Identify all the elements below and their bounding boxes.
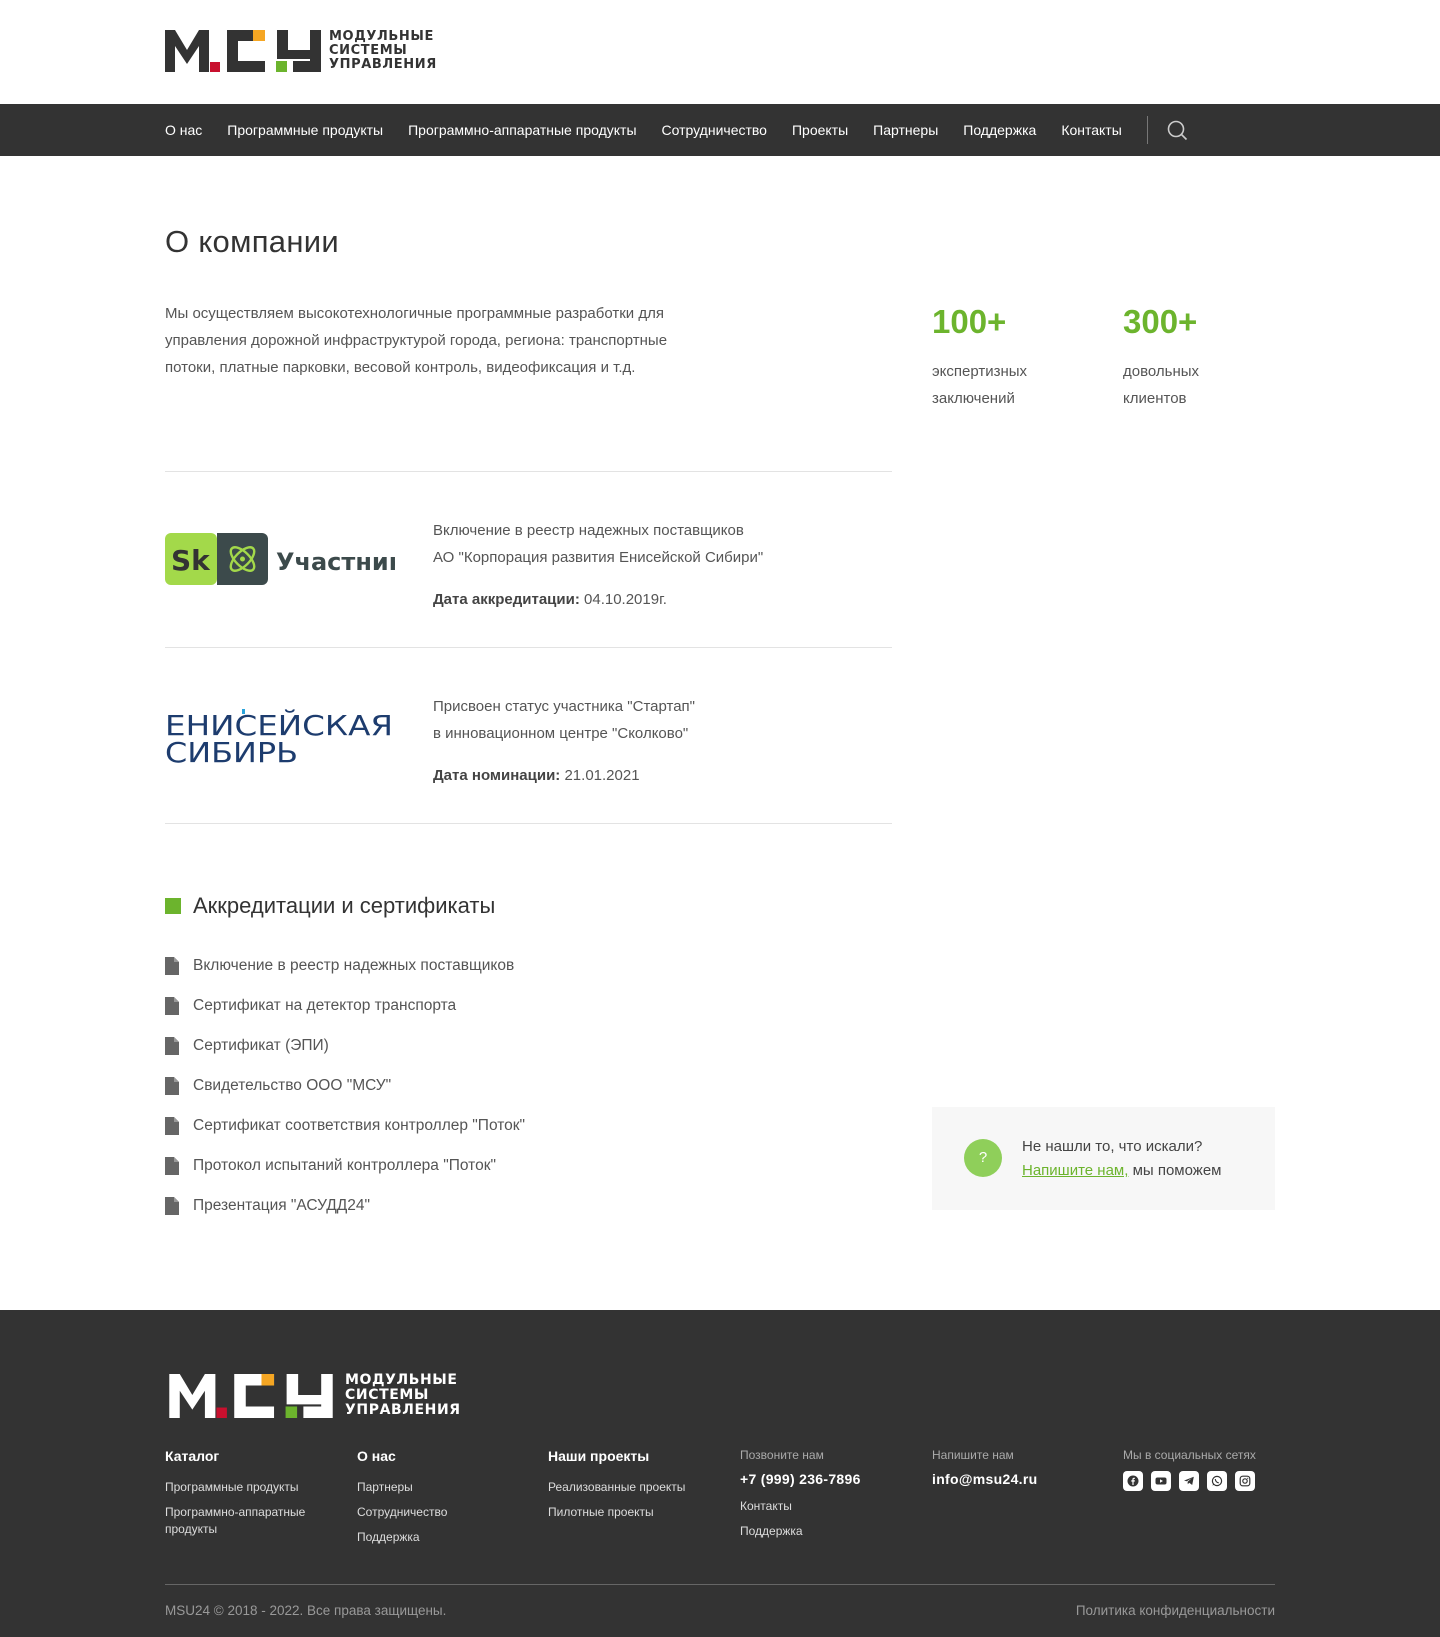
skolkovo-participant-logo: Sk Участник [165, 533, 395, 585]
footer-link[interactable]: Реализованные проекты [548, 1479, 685, 1496]
stat-value: 100+ [932, 303, 1007, 340]
document-icon [165, 1157, 179, 1175]
certificate-link[interactable]: Свидетельство ООО "МСУ" [165, 1066, 525, 1106]
stat-value: 300+ [1123, 303, 1198, 340]
certificate-link[interactable]: Презентация "АСУДД24" [165, 1186, 525, 1226]
stat-clients: 300+ довольных клиентов [1123, 302, 1199, 412]
privacy-policy-link[interactable]: Политика конфиденциальности [1076, 1603, 1275, 1618]
document-icon [165, 997, 179, 1015]
nav-item-support[interactable]: Поддержка [963, 122, 1036, 138]
footer-link[interactable]: Поддержка [357, 1529, 447, 1546]
document-icon [165, 1197, 179, 1215]
msu-logo-mark-icon [169, 1373, 333, 1418]
accreditation-line: в инновационном центре "Сколково" [433, 725, 689, 742]
footer-logo[interactable]: МОДУЛЬНЫЕ СИСТЕМЫ УПРАВЛЕНИЯ [165, 1373, 461, 1418]
accreditation-date: Дата аккредитации: 04.10.2019г. [433, 591, 667, 608]
telegram-icon[interactable] [1179, 1471, 1199, 1491]
social-icons [1123, 1471, 1263, 1491]
footer-phone[interactable]: +7 (999) 236-7896 [740, 1471, 861, 1487]
certificates-list: Включение в реестр надежных поставщиков … [165, 946, 525, 1226]
footer-link[interactable]: Программно-аппаратные продукты [165, 1504, 330, 1538]
footer-link[interactable]: Контакты [740, 1498, 861, 1515]
footer-call: Позвоните нам +7 (999) 236-7896 Контакты… [740, 1448, 861, 1540]
green-square-icon [165, 898, 181, 914]
svg-text:СИБИРЬ: СИБИРЬ [165, 736, 298, 765]
instagram-icon[interactable] [1235, 1471, 1255, 1491]
accreditation-line: Присвоен статус участника "Стартап" [433, 698, 695, 715]
section-divider [165, 647, 892, 648]
nav-item-cooperation[interactable]: Сотрудничество [662, 122, 767, 138]
main-nav: О нас Программные продукты Программно-ап… [0, 104, 1440, 156]
stat-label: экспертизных заключений [932, 363, 1028, 407]
footer-link[interactable]: Поддержка [740, 1523, 861, 1540]
footer-link[interactable]: Программные продукты [165, 1479, 330, 1496]
help-box: ? Не нашли то, что искали? Напишите нам,… [932, 1107, 1275, 1210]
facebook-icon[interactable] [1123, 1471, 1143, 1491]
yenisei-siberia-logo: ЕНИСЕЙСКАЯ СИБИРЬ [165, 709, 393, 765]
msu-logo-mark-icon [165, 30, 321, 72]
footer-link[interactable]: Пилотные проекты [548, 1504, 685, 1521]
footer-divider [165, 1584, 1275, 1585]
youtube-icon[interactable] [1151, 1471, 1171, 1491]
footer-catalog: Каталог Программные продукты Программно-… [165, 1448, 330, 1546]
company-intro: Мы осуществляем высокотехнологичные прог… [165, 305, 668, 376]
write-us-link[interactable]: Напишите нам, [1022, 1162, 1128, 1179]
footer-email[interactable]: info@msu24.ru [932, 1471, 1037, 1487]
site-logo[interactable]: МОДУЛЬНЫЕ СИСТЕМЫ УПРАВЛЕНИЯ [165, 30, 437, 72]
footer-social: Мы в социальных сетях [1123, 1448, 1263, 1491]
document-icon [165, 1117, 179, 1135]
stat-label: довольных клиентов [1123, 363, 1200, 407]
accreditation-line: АО "Корпорация развития Енисейской Сибир… [433, 549, 764, 566]
nav-item-software[interactable]: Программные продукты [227, 122, 383, 138]
document-icon [165, 957, 179, 975]
document-icon [165, 1077, 179, 1095]
logo-text: МОДУЛЬНЫЕ СИСТЕМЫ УПРАВЛЕНИЯ [345, 1372, 461, 1418]
search-icon[interactable] [1166, 119, 1188, 141]
nav-item-contacts[interactable]: Контакты [1061, 122, 1121, 138]
logo-text: МОДУЛЬНЫЕ СИСТЕМЫ УПРАВЛЕНИЯ [329, 29, 437, 72]
section-divider [165, 471, 892, 472]
certificates-heading: Аккредитации и сертификаты [165, 893, 495, 919]
certificate-link[interactable]: Сертификат на детектор транспорта [165, 986, 525, 1026]
footer-link[interactable]: Партнеры [357, 1479, 447, 1496]
copyright: MSU24 © 2018 - 2022. Все права защищены. [165, 1603, 447, 1618]
nav-item-partners[interactable]: Партнеры [873, 122, 938, 138]
accreditation-text: Присвоен статус участника "Стартап" в ин… [433, 693, 893, 789]
whatsapp-icon[interactable] [1207, 1471, 1227, 1491]
question-icon: ? [964, 1139, 1002, 1177]
certificate-link[interactable]: Включение в реестр надежных поставщиков [165, 946, 525, 986]
accreditation-line: Включение в реестр надежных поставщиков [433, 522, 744, 539]
nav-divider [1146, 116, 1148, 144]
footer-about: О нас Партнеры Сотрудничество Поддержка [357, 1448, 448, 1546]
help-text: Не нашли то, что искали? Напишите нам, м… [1022, 1138, 1222, 1179]
certificate-link[interactable]: Сертификат (ЭПИ) [165, 1026, 525, 1066]
nav-item-about[interactable]: О нас [165, 122, 202, 138]
document-icon [165, 1037, 179, 1055]
nav-item-hardware[interactable]: Программно-аппаратные продукты [408, 122, 636, 138]
svg-text:Sk: Sk [171, 544, 211, 577]
site-header: МОДУЛЬНЫЕ СИСТЕМЫ УПРАВЛЕНИЯ [0, 0, 1440, 104]
certificate-link[interactable]: Сертификат соответствия контроллер "Пото… [165, 1106, 525, 1146]
section-divider [165, 823, 892, 824]
footer-projects: Наши проекты Реализованные проекты Пилот… [548, 1448, 686, 1521]
nav-item-projects[interactable]: Проекты [792, 122, 848, 138]
site-footer: МОДУЛЬНЫЕ СИСТЕМЫ УПРАВЛЕНИЯ Каталог Про… [0, 1310, 1440, 1637]
stat-expertise: 100+ экспертизных заключений [932, 302, 1027, 412]
footer-link[interactable]: Сотрудничество [357, 1504, 447, 1521]
accreditation-text: Включение в реестр надежных поставщиков … [433, 517, 893, 613]
page-title: О компании [165, 224, 339, 259]
footer-write: Напишите нам info@msu24.ru [932, 1448, 1038, 1487]
svg-text:Участник: Участник [276, 548, 395, 576]
certificate-link[interactable]: Протокол испытаний контроллера "Поток" [165, 1146, 525, 1186]
accreditation-date: Дата номинации: 21.01.2021 [433, 767, 640, 784]
